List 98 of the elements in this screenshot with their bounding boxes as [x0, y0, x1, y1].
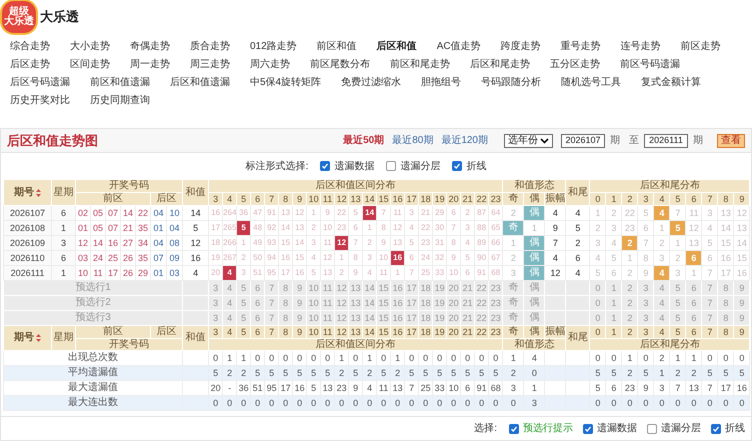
site-title: 大乐透: [40, 8, 79, 26]
nav-link[interactable]: 综合走势: [10, 38, 70, 56]
column-header: 后区和值区间分布: [208, 338, 503, 350]
row-label: 预选行1: [4, 280, 183, 296]
nav-link[interactable]: 前区和尾走势: [390, 56, 470, 74]
column-header: 和值形态: [502, 338, 566, 350]
nav-link[interactable]: 前区和值: [316, 38, 377, 56]
nav-link[interactable]: 区间走势: [70, 56, 130, 74]
row-label: 最大遗漏值: [4, 380, 183, 396]
option-label: 选择:: [474, 422, 497, 436]
checkbox-label: 遗漏数据: [334, 160, 374, 174]
checkbox-label: 折线: [466, 160, 486, 174]
nav-link[interactable]: 前区走势: [680, 38, 741, 56]
sort-icon: [36, 188, 41, 196]
nav-link[interactable]: 胆拖组号: [421, 74, 482, 92]
nav-link[interactable]: 随机选号工具: [561, 74, 642, 92]
nav-link[interactable]: 后区和值遗漏: [170, 74, 250, 92]
nav-link[interactable]: 前区尾数分布: [310, 56, 390, 74]
row-label: 最大连出数: [4, 396, 183, 410]
nav-link[interactable]: 连号走势: [620, 38, 681, 56]
table-cell: 2026110: [4, 250, 52, 266]
checkbox[interactable]: [452, 161, 462, 171]
input-field[interactable]: 2026107: [561, 134, 605, 148]
column-header: 后区: [150, 192, 183, 206]
column-header: 开奖号码: [76, 180, 183, 192]
table-cell: 2026109: [4, 236, 52, 250]
table-cell: 2026111: [4, 266, 52, 280]
table-cell: 2026108: [4, 220, 52, 236]
nav-link[interactable]: 大小走势: [70, 38, 130, 56]
row-label: 预选行2: [4, 296, 183, 310]
nav-link[interactable]: 后区和值: [376, 38, 437, 56]
checkbox[interactable]: [647, 424, 657, 434]
nav-link[interactable]: 奇偶走势: [130, 38, 190, 56]
checkbox-label: 遗漏分层: [400, 160, 440, 174]
nav-link[interactable]: 重号走势: [560, 38, 621, 56]
nav-link[interactable]: 前区和值遗漏: [90, 74, 170, 92]
column-header: 后区和尾分布: [590, 180, 750, 192]
table-cell: 2026107: [4, 206, 52, 220]
view-button[interactable]: 查看: [717, 134, 745, 148]
option-label: 标注形式选择:: [246, 160, 308, 174]
checkbox[interactable]: [509, 424, 519, 434]
nav-link[interactable]: AC值走势: [436, 38, 501, 56]
checkbox[interactable]: [386, 161, 396, 171]
column-header: 期号: [14, 333, 34, 343]
nav-link[interactable]: 周六走势: [250, 56, 310, 74]
checkbox[interactable]: [583, 424, 593, 434]
chart-title: 后区和值走势图: [7, 132, 98, 150]
column-header: 星期: [52, 326, 76, 350]
nav-link[interactable]: 历史同期查询: [90, 92, 170, 110]
checkbox[interactable]: [711, 424, 721, 434]
checkbox[interactable]: [320, 161, 330, 171]
nav-link[interactable]: 号码跟随分析: [481, 74, 562, 92]
nav-link[interactable]: 跨度走势: [500, 38, 561, 56]
period-link[interactable]: 最近80期: [392, 133, 434, 148]
range-label: 至: [629, 134, 639, 148]
row-label: 平均遗漏值: [4, 366, 183, 380]
column-header: 和值形态: [502, 180, 566, 192]
period-link[interactable]: 最近120期: [441, 133, 488, 148]
checkbox-label: 遗漏分层: [661, 422, 701, 436]
nav-link[interactable]: 质合走势: [190, 38, 250, 56]
nav-link[interactable]: 历史开奖对比: [10, 92, 90, 110]
checkbox-label: 预选行提示: [523, 422, 573, 436]
checkbox-label: 遗漏数据: [597, 422, 637, 436]
nav-link[interactable]: 后区号码遗漏: [10, 74, 90, 92]
nav-link[interactable]: 五分区走势: [550, 56, 620, 74]
chevron-icon: [540, 138, 549, 144]
column-header: 和尾: [566, 180, 590, 206]
column-header: 和值: [182, 180, 209, 206]
row-label: 预选行3: [4, 310, 183, 326]
logo-text: 大乐透: [4, 17, 34, 27]
unit-label: 期: [693, 134, 703, 148]
nav-link[interactable]: 免费过滤缩水: [341, 74, 422, 92]
nav-link[interactable]: 前区号码遗漏: [620, 56, 700, 74]
column-header: 和值: [182, 326, 209, 350]
nav-link[interactable]: 中5保4旋转矩阵: [250, 74, 342, 92]
nav-link[interactable]: 周三走势: [190, 56, 250, 74]
nav-link[interactable]: 后区和尾走势: [470, 56, 550, 74]
checkbox-label: 折线: [725, 422, 745, 436]
year-select[interactable]: 选年份: [504, 134, 553, 148]
unit-label: 期: [610, 134, 620, 148]
logo-text: 超级: [9, 7, 29, 17]
sort-icon: [36, 334, 41, 342]
nav-link[interactable]: 012路走势: [250, 38, 317, 56]
column-header: 后区和尾分布: [590, 338, 750, 350]
column-header: 星期: [52, 180, 76, 206]
nav-link[interactable]: 周一走势: [130, 56, 190, 74]
column-header: 后区: [150, 326, 183, 338]
column-header: 和尾: [566, 326, 590, 350]
nav-link[interactable]: 后区走势: [10, 56, 70, 74]
column-header: 开奖号码: [76, 338, 183, 350]
nav-link[interactable]: 复式金额计算: [641, 74, 722, 92]
column-header: 后区和值区间分布: [208, 180, 503, 192]
column-header: 前区: [76, 326, 150, 338]
input-field[interactable]: 2026111: [644, 134, 688, 148]
row-label: 出现总次数: [4, 350, 183, 366]
column-header: 期号: [14, 188, 34, 198]
period-link[interactable]: 最近50期: [343, 133, 384, 148]
column-header: 前区: [76, 192, 150, 206]
